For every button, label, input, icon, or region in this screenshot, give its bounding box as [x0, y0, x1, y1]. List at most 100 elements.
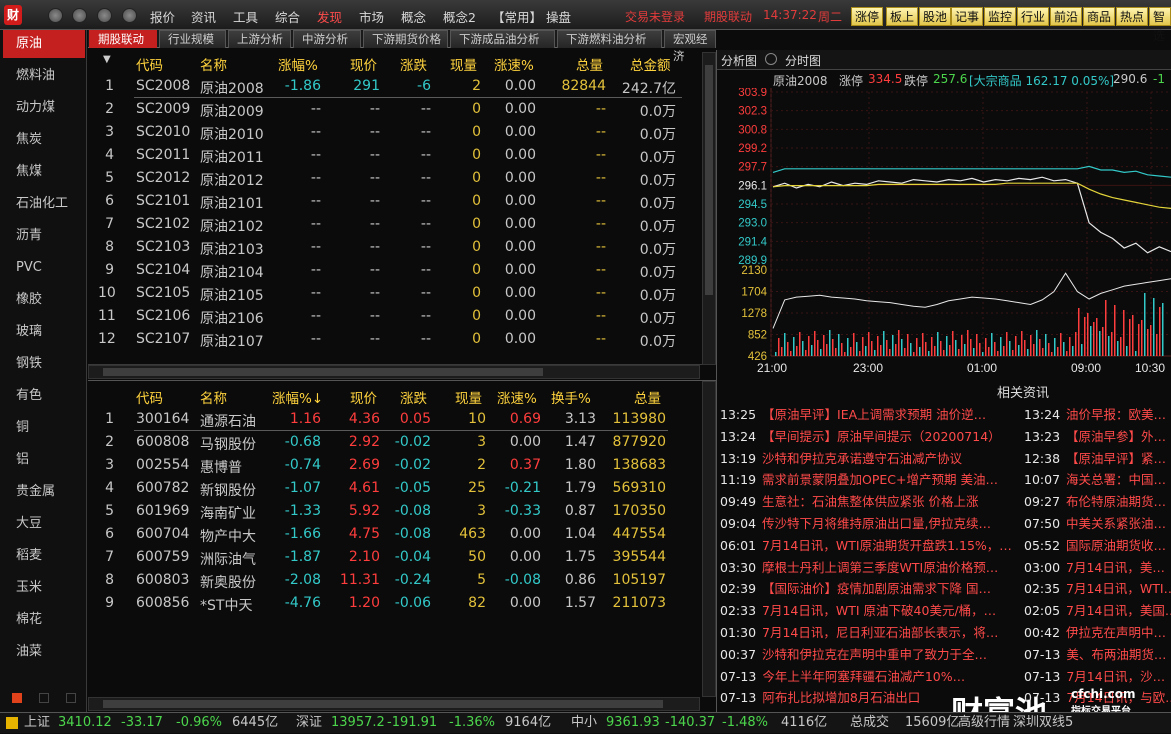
news-headline[interactable]: 海关总署：中国… — [1066, 472, 1166, 487]
stock-turnover-cell[interactable]: 1.75 — [516, 549, 596, 565]
futures-code-cell[interactable]: SC2106 — [136, 308, 190, 324]
sidebar-item-7[interactable]: PVC — [3, 254, 85, 282]
stock-turnover-cell[interactable]: 1.57 — [516, 595, 596, 611]
quote-label[interactable]: 高级行情 — [958, 713, 1010, 733]
quick-tab-9[interactable]: 智选 — [1149, 7, 1171, 43]
stocks-header-8[interactable]: 总量 — [634, 387, 661, 407]
sidebar-item-18[interactable]: 棉花 — [3, 606, 85, 634]
tab-1[interactable]: 行业规模 — [159, 30, 226, 48]
sidebar-item-14[interactable]: 贵金属 — [3, 478, 85, 506]
sidebar-item-0[interactable]: 原油 — [3, 30, 85, 58]
menu-8[interactable]: 【常用】 — [492, 7, 542, 26]
futures-total-cell[interactable]: -- — [526, 216, 606, 232]
news-item-right[interactable]: 09:27 布伦特原油期货… — [1024, 491, 1171, 510]
news-headline[interactable]: 7月14日讯，美… — [1066, 560, 1165, 575]
zx-name[interactable]: 中小 — [571, 713, 597, 733]
news-item-left[interactable]: 09:49 生意社：石油焦整体供应紧张 价格上涨 — [720, 491, 1016, 510]
news-item-right[interactable]: 05:52 国际原油期货收… — [1024, 535, 1171, 554]
news-item-left[interactable]: 13:25 【原油早评】IEA上调需求预期 油价逆… — [720, 404, 1016, 423]
stock-total-cell[interactable]: 113980 — [586, 411, 666, 427]
stocks-header-1[interactable]: 名称 — [200, 387, 227, 407]
news-headline[interactable]: 生意社：石油焦整体供应紧张 价格上涨 — [762, 494, 978, 509]
futures-code-cell[interactable]: SC2012 — [136, 170, 190, 186]
news-item-right[interactable]: 13:23 【原油早参】外… — [1024, 426, 1171, 445]
futures-code-cell[interactable]: SC2103 — [136, 239, 190, 255]
news-item-right[interactable]: 00:42 伊拉克在声明中… — [1024, 622, 1171, 641]
futures-total-cell[interactable]: -- — [526, 262, 606, 278]
timeshare-chart[interactable]: 303.9 302.3 300.8 299.2 297.7 296.1 294.5 293.0… — [717, 88, 1171, 380]
stock-total-cell[interactable]: 138683 — [586, 457, 666, 473]
futures-speed-cell[interactable]: 0.00 — [456, 331, 536, 347]
stock-turnover-cell[interactable]: 1.79 — [516, 480, 596, 496]
futures-amount-cell[interactable]: 0.0万 — [596, 216, 676, 236]
news-headline[interactable]: 今年上半年阿塞拜疆石油减产10%… — [762, 669, 965, 684]
news-headline[interactable]: 7月14日讯，WTI原油期货开盘跌1.15%，… — [762, 538, 1012, 553]
futures-code-cell[interactable]: SC2008 — [136, 78, 190, 94]
sidebar-item-17[interactable]: 玉米 — [3, 574, 85, 602]
stock-total-cell[interactable]: 447554 — [586, 526, 666, 542]
futures-header-0[interactable]: 代码 — [136, 54, 163, 74]
futures-amount-cell[interactable]: 0.0万 — [596, 285, 676, 305]
stock-code-cell[interactable]: 600704 — [136, 526, 189, 542]
futures-speed-cell[interactable]: 0.00 — [456, 239, 536, 255]
futures-header-4[interactable]: 涨跌 — [400, 54, 427, 74]
futures-total-cell[interactable]: -- — [526, 170, 606, 186]
sidebar-item-1[interactable]: 燃料油 — [3, 62, 85, 90]
menu-9[interactable]: 操盘 — [546, 7, 571, 26]
news-item-left[interactable]: 13:19 沙特和伊拉克承诺遵守石油减产协议 — [720, 448, 1016, 467]
futures-amount-cell[interactable]: 0.0万 — [596, 262, 676, 282]
news-item-left[interactable]: 11:19 需求前景蒙阴叠加OPEC+增产预期 美油… — [720, 469, 1016, 488]
news-item-right[interactable]: 02:35 7月14日讯，WTI… — [1024, 578, 1171, 597]
sidebar-item-5[interactable]: 石油化工 — [3, 190, 85, 218]
futures-speed-cell[interactable]: 0.00 — [456, 101, 536, 117]
futures-amount-cell[interactable]: 0.0万 — [596, 101, 676, 121]
futures-hscrollbar[interactable] — [88, 365, 700, 379]
futures-header-6[interactable]: 涨速% — [494, 54, 534, 74]
quick-tab-4[interactable]: 监控 — [984, 7, 1017, 26]
news-headline[interactable]: 需求前景蒙阴叠加OPEC+增产预期 美油… — [762, 472, 998, 487]
news-headline[interactable]: 7月14日讯，WTI… — [1066, 581, 1171, 596]
dual-label[interactable]: 深圳双线5 — [1013, 713, 1073, 733]
stock-turnover-cell[interactable]: 3.13 — [516, 411, 596, 427]
futures-total-cell[interactable]: -- — [526, 147, 606, 163]
quick-tab-5[interactable]: 行业 — [1017, 7, 1050, 26]
stocks-header-3[interactable]: 现价 — [350, 387, 377, 407]
layout-square-3[interactable] — [66, 693, 76, 703]
stock-total-cell[interactable]: 211073 — [586, 595, 666, 611]
futures-total-cell[interactable]: -- — [526, 124, 606, 140]
news-headline[interactable]: 【原油早评】紧… — [1066, 451, 1166, 466]
sh-name[interactable]: 上证 — [24, 713, 50, 733]
news-item-left[interactable]: 02:39 【国际油价】疫情加剧原油需求下降 国… — [720, 578, 1016, 597]
news-headline[interactable]: 【国际油价】疫情加剧原油需求下降 国… — [762, 581, 991, 596]
tab-2[interactable]: 上游分析 — [228, 30, 291, 48]
news-headline[interactable]: 7月14日讯，美国… — [1066, 603, 1171, 618]
stock-code-cell[interactable]: 600856 — [136, 595, 189, 611]
tab-analysis-chart[interactable]: 分析图 — [721, 52, 757, 69]
quick-tab-7[interactable]: 商品 — [1083, 7, 1116, 26]
trade-status[interactable]: 交易未登录 — [625, 8, 685, 25]
futures-total-cell[interactable]: -- — [526, 331, 606, 347]
futures-speed-cell[interactable]: 0.00 — [456, 216, 536, 232]
stock-turnover-cell[interactable]: 0.86 — [516, 572, 596, 588]
window-button-2[interactable] — [72, 8, 87, 23]
news-item-left[interactable]: 01:30 7月14日讯，尼日利亚石油部长表示，将… — [720, 622, 1016, 641]
stocks-header-4[interactable]: 涨跌 — [400, 387, 427, 407]
news-headline[interactable]: 7月14日讯，尼日利亚石油部长表示，将… — [762, 625, 998, 640]
menu-3[interactable]: 综合 — [275, 7, 300, 26]
stock-turnover-cell[interactable]: 1.47 — [516, 434, 596, 450]
news-headline[interactable]: 【早间提示】原油早间提示（20200714） — [762, 429, 1001, 444]
futures-code-cell[interactable]: SC2011 — [136, 147, 190, 163]
tab-6[interactable]: 下游燃料油分析 — [557, 30, 662, 48]
news-item-left[interactable]: 06:01 7月14日讯，WTI原油期货开盘跌1.15%，… — [720, 535, 1016, 554]
news-headline[interactable]: 传沙特下月将维持原油出口量,伊拉克续… — [762, 516, 991, 531]
sidebar-item-12[interactable]: 铜 — [3, 414, 85, 442]
stock-total-cell[interactable]: 395544 — [586, 549, 666, 565]
news-item-left[interactable]: 03:30 摩根士丹利上调第三季度WTI原油价格预… — [720, 557, 1016, 576]
futures-header-7[interactable]: 总量 — [576, 54, 603, 74]
futures-speed-cell[interactable]: 0.00 — [456, 124, 536, 140]
sidebar-item-4[interactable]: 焦煤 — [3, 158, 85, 186]
sidebar-item-6[interactable]: 沥青 — [3, 222, 85, 250]
sidebar-item-19[interactable]: 油菜 — [3, 638, 85, 666]
news-item-right[interactable]: 07-13 7月14日讯，沙… — [1024, 666, 1171, 685]
tab-7[interactable]: 宏观经济 — [664, 30, 716, 63]
